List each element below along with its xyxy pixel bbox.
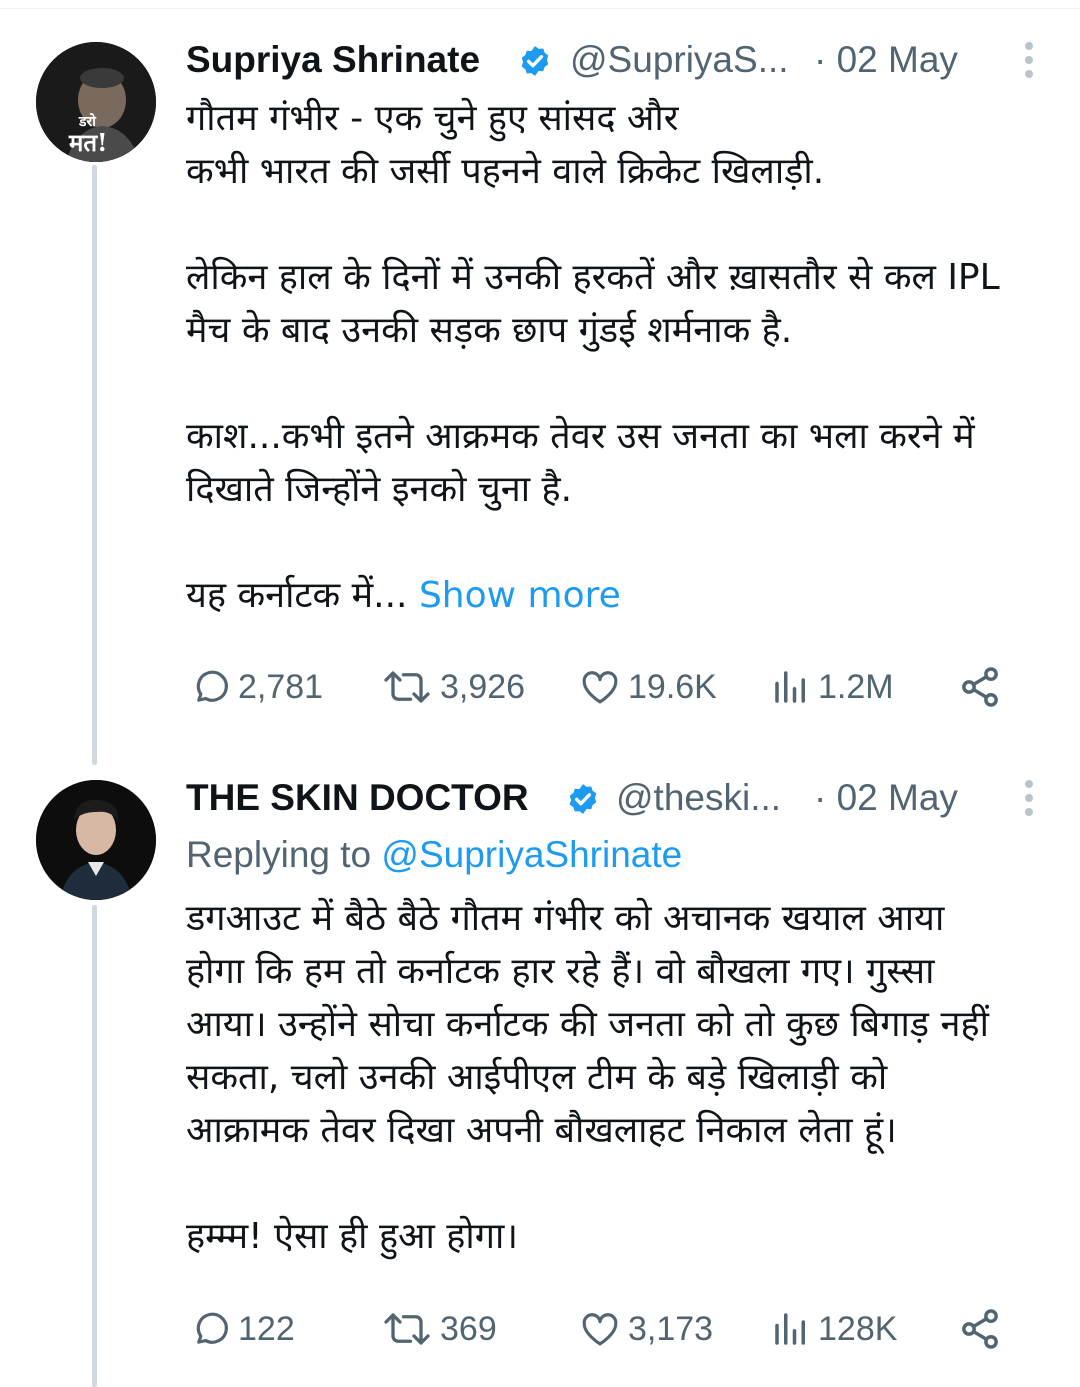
tweet-text: गौतम गंभीर - एक चुने हुए सांसद और कभी भा… xyxy=(186,92,1000,622)
like-button[interactable]: 19.6K xyxy=(578,662,717,712)
replying-to: Replying to @SupriyaShrinate xyxy=(186,833,682,877)
views-icon xyxy=(775,1313,805,1345)
thread-connector-line xyxy=(92,905,97,1387)
tweet-header: THE SKIN DOCTOR @theski... · 02 May xyxy=(186,776,1056,820)
views-button[interactable]: 1.2M xyxy=(770,662,894,712)
user-handle[interactable]: @theski... xyxy=(616,776,781,820)
verified-badge-icon xyxy=(569,784,597,814)
avatar-slogan-big: मत! xyxy=(69,128,108,157)
retweet-icon xyxy=(384,671,430,703)
avatar-image xyxy=(36,780,156,900)
tweet-text-content: गौतम गंभीर - एक चुने हुए सांसद और कभी भा… xyxy=(186,98,1000,616)
share-button[interactable] xyxy=(958,662,1008,712)
replying-to-handle[interactable]: @SupriyaShrinate xyxy=(381,834,682,875)
display-name[interactable]: Supriya Shrinate xyxy=(186,38,480,82)
tweet[interactable]: Supriya Shrinate @SupriyaS... · 02 May ग… xyxy=(186,38,1056,718)
reply-icon xyxy=(196,1312,228,1344)
share-icon xyxy=(962,1309,998,1349)
tweet-date[interactable]: · 02 May xyxy=(814,38,958,82)
verified-badge-icon xyxy=(521,46,549,76)
like-icon xyxy=(582,1313,618,1346)
share-button[interactable] xyxy=(958,1304,1008,1354)
retweet-button[interactable]: 3,926 xyxy=(380,662,525,712)
views-icon xyxy=(775,671,805,703)
views-count: 128K xyxy=(818,1309,898,1348)
like-icon xyxy=(582,671,618,704)
display-name[interactable]: THE SKIN DOCTOR xyxy=(186,776,529,820)
thread-connector-line xyxy=(92,165,97,765)
more-options-icon[interactable] xyxy=(1022,38,1036,78)
tweet[interactable]: THE SKIN DOCTOR @theski... · 02 May Repl… xyxy=(186,776,1056,1376)
reply-button[interactable]: 2,781 xyxy=(190,662,323,712)
retweet-count: 369 xyxy=(440,1309,497,1348)
show-more-link[interactable]: Show more xyxy=(419,575,621,616)
top-divider xyxy=(0,8,1080,9)
action-bar: 122 369 3,173 128K xyxy=(186,1304,1016,1354)
like-button[interactable]: 3,173 xyxy=(578,1304,713,1354)
avatar[interactable]: डरो मत! xyxy=(36,42,156,162)
views-button[interactable]: 128K xyxy=(770,1304,897,1354)
reply-icon xyxy=(196,670,228,702)
action-bar: 2,781 3,926 19.6K 1.2M xyxy=(186,662,1016,712)
like-count: 19.6K xyxy=(628,667,717,706)
reply-button[interactable]: 122 xyxy=(190,1304,295,1354)
replying-to-label: Replying to xyxy=(186,834,372,875)
share-icon xyxy=(962,667,998,707)
reply-count: 122 xyxy=(238,1309,295,1348)
reply-count: 2,781 xyxy=(238,667,324,706)
views-count: 1.2M xyxy=(818,667,894,706)
tweet-date[interactable]: · 02 May xyxy=(814,776,958,820)
avatar[interactable] xyxy=(36,780,156,900)
retweet-button[interactable]: 369 xyxy=(380,1304,497,1354)
retweet-icon xyxy=(384,1313,430,1345)
like-count: 3,173 xyxy=(628,1309,714,1348)
tweet-header: Supriya Shrinate @SupriyaS... · 02 May xyxy=(186,38,1056,82)
retweet-count: 3,926 xyxy=(440,667,526,706)
more-options-icon[interactable] xyxy=(1022,776,1036,816)
tweet-text: डगआउट में बैठे बैठे गौतम गंभीर को अचानक … xyxy=(186,898,989,1257)
user-handle[interactable]: @SupriyaS... xyxy=(570,38,789,82)
